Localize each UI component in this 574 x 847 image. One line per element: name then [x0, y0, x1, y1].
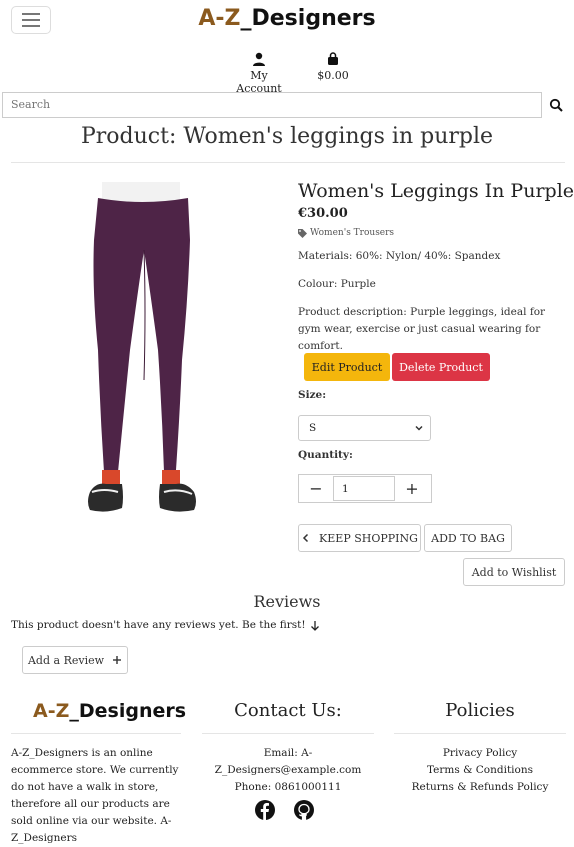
contact-details: Email: A- Z_Designers@example.com Phone:…	[202, 745, 374, 796]
bag-total: $0.00	[317, 69, 349, 82]
shopping-bag-link[interactable]: $0.00	[312, 52, 354, 82]
search-input[interactable]	[3, 93, 539, 116]
shopping-bag-icon	[328, 52, 338, 65]
plus-icon	[113, 656, 122, 664]
chevron-left-icon	[302, 533, 309, 543]
quantity-input[interactable]: 1	[333, 476, 395, 501]
page-title: Product: Women's leggings in purple	[80, 124, 494, 149]
divider	[11, 162, 565, 163]
search-button[interactable]	[547, 96, 565, 114]
product-price: €30.00	[298, 206, 348, 221]
delete-product-button[interactable]: Delete Product	[392, 353, 490, 381]
facebook-icon[interactable]	[255, 800, 275, 820]
add-review-label: Add a Review	[27, 653, 105, 667]
increment-button[interactable]: +	[395, 475, 429, 502]
phone-line: Phone: 0861000111	[234, 781, 342, 793]
footer-about: A-Z_Designers is an online ecommerce sto…	[11, 747, 179, 844]
no-reviews-message: This product doesn't have any reviews ye…	[11, 619, 320, 631]
brand-rest: _Designers	[240, 6, 376, 31]
product-category-link[interactable]: Women's Trousers	[298, 228, 394, 238]
footer-brand-rest: _Designers	[69, 700, 187, 722]
search-field[interactable]	[2, 92, 542, 118]
footer-divider	[394, 733, 566, 734]
reviews-title: Reviews	[253, 592, 321, 611]
footer-brand: A-Z_Designers	[33, 700, 186, 722]
quantity-stepper: − 1 +	[298, 474, 432, 503]
policies-title: Policies	[445, 700, 515, 721]
product-colour: Colour: Purple	[298, 278, 376, 290]
my-account-link[interactable]: My Account	[227, 52, 291, 95]
size-value: S	[309, 422, 317, 434]
contact-title: Contact Us:	[234, 700, 342, 721]
user-icon	[253, 52, 265, 66]
tag-icon	[298, 228, 307, 238]
decrement-button[interactable]: −	[299, 475, 333, 502]
add-to-bag-button[interactable]: ADD TO BAG	[424, 524, 512, 552]
edit-product-button[interactable]: Edit Product	[304, 353, 390, 381]
terms-link[interactable]: Terms & Conditions	[394, 762, 566, 779]
quantity-label: Quantity:	[298, 449, 353, 461]
brand-logo[interactable]: A-Z_Designers	[0, 6, 574, 31]
footer-brand-az: A-Z	[33, 700, 70, 722]
search-icon	[549, 98, 563, 112]
size-label: Size:	[298, 389, 327, 401]
arrow-down-icon	[310, 620, 319, 631]
privacy-policy-link[interactable]: Privacy Policy	[394, 745, 566, 762]
footer-divider	[202, 733, 374, 734]
product-description: Product description: Purple leggings, id…	[298, 306, 546, 352]
size-select[interactable]: S	[298, 415, 431, 441]
policies-list: Privacy Policy Terms & Conditions Return…	[394, 745, 566, 796]
email-line-1: Email: A-	[263, 747, 313, 759]
add-review-button[interactable]: Add a Review	[22, 646, 128, 674]
category-label: Women's Trousers	[310, 228, 395, 238]
chevron-down-icon	[415, 425, 423, 431]
product-materials: Materials: 60%: Nylon/ 40%: Spandex	[298, 250, 501, 262]
footer-divider	[11, 733, 181, 734]
keep-shopping-button[interactable]: KEEP SHOPPING	[298, 524, 421, 552]
email-line-2: Z_Designers@example.com	[214, 764, 362, 776]
brand-az: A-Z	[198, 6, 241, 31]
returns-policy-link[interactable]: Returns & Refunds Policy	[394, 779, 566, 796]
github-icon[interactable]	[294, 800, 314, 820]
add-to-wishlist-button[interactable]: Add to Wishlist	[463, 558, 565, 586]
product-name: Women's Leggings In Purple	[298, 180, 574, 202]
keep-shopping-label: KEEP SHOPPING	[319, 531, 418, 545]
product-image[interactable]	[84, 180, 202, 525]
no-reviews-text: This product doesn't have any reviews ye…	[11, 619, 306, 631]
